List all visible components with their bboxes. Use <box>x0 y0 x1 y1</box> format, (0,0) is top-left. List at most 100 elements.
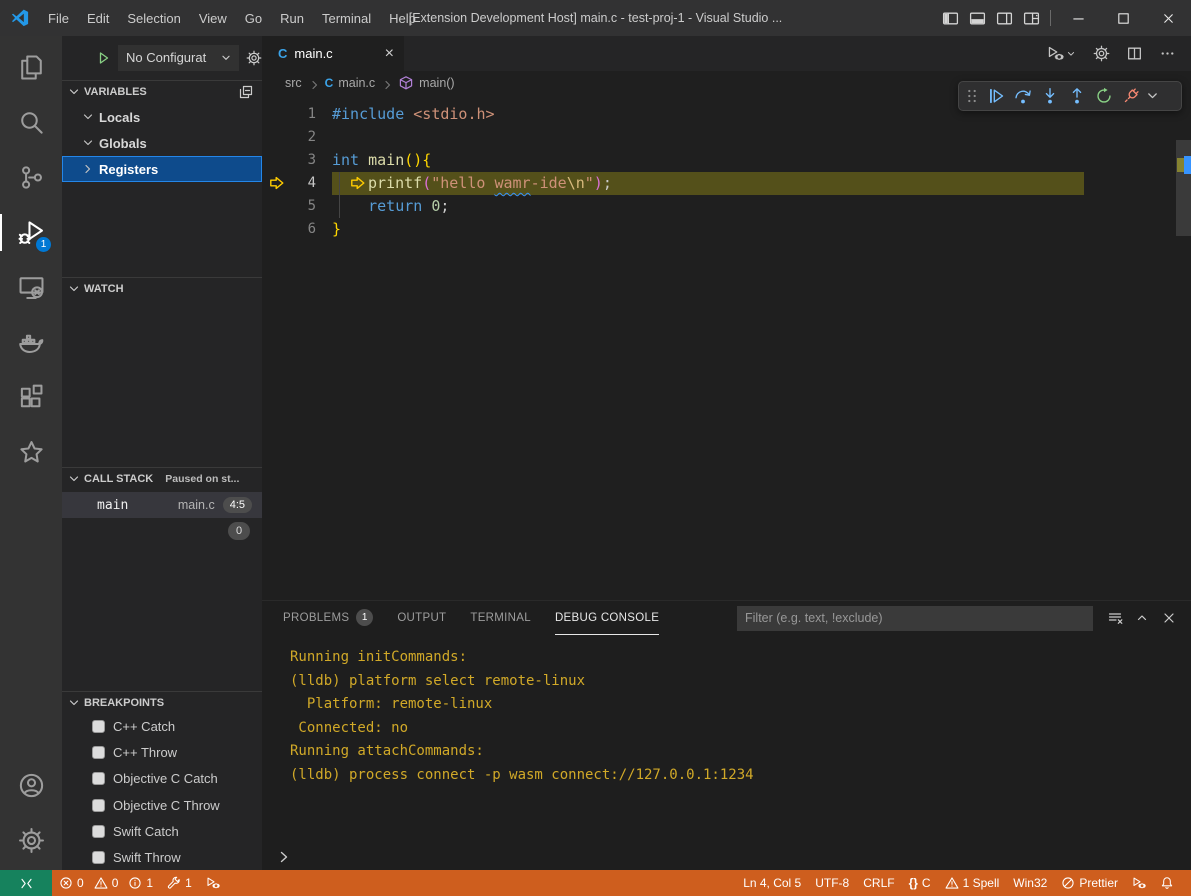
close-tab-icon[interactable]: × <box>385 46 394 62</box>
breadcrumb-file[interactable]: main.c <box>338 76 375 90</box>
breakpoints-section-header[interactable]: BREAKPOINTS <box>62 691 262 713</box>
status-prettier[interactable]: Prettier <box>1054 870 1125 896</box>
collapse-all-icon[interactable] <box>238 84 254 100</box>
activity-accounts[interactable] <box>0 758 62 813</box>
debug-console-filter-input[interactable] <box>737 606 1093 631</box>
start-debugging-button[interactable] <box>95 50 111 66</box>
menu-terminal[interactable]: Terminal <box>313 0 380 36</box>
panel-tab-output[interactable]: OUTPUT <box>397 601 446 635</box>
editor-action-more-actions[interactable] <box>1159 45 1176 62</box>
code-line-2[interactable]: 2 <box>262 126 1191 149</box>
close-panel-button[interactable] <box>1161 610 1177 626</box>
watch-section-header[interactable]: WATCH <box>62 277 262 299</box>
status-encoding[interactable]: UTF-8 <box>808 870 856 896</box>
code-line-4[interactable]: 4printf("hello wamr-ide\n"); <box>262 172 1191 195</box>
menu-file[interactable]: File <box>39 0 78 36</box>
toggle-panel-button[interactable] <box>964 0 991 36</box>
menu-go[interactable]: Go <box>236 0 271 36</box>
code-line-6[interactable]: 6} <box>262 218 1191 241</box>
breakpoint-c-throw[interactable]: C++ Throw <box>62 739 262 765</box>
panel-tab-terminal[interactable]: TERMINAL <box>470 601 531 635</box>
status-eol[interactable]: CRLF <box>856 870 901 896</box>
breakpoint-objective-c-catch[interactable]: Objective C Catch <box>62 766 262 792</box>
code-line-3[interactable]: 3int main(){ <box>262 149 1191 172</box>
menu-view[interactable]: View <box>190 0 236 36</box>
scrollbar-slider[interactable] <box>1176 140 1191 236</box>
menu-run[interactable]: Run <box>271 0 313 36</box>
breakpoint-checkbox[interactable] <box>92 825 105 838</box>
breakpoint-c-catch[interactable]: C++ Catch <box>62 713 262 739</box>
code-editor[interactable]: 1#include <stdio.h>23int main(){4printf(… <box>262 95 1191 600</box>
activity-star[interactable] <box>0 425 62 480</box>
clear-console-button[interactable] <box>1107 610 1123 626</box>
activity-explorer[interactable] <box>0 40 62 95</box>
variables-item-locals[interactable]: Locals <box>62 104 262 130</box>
debug-settings-gear-icon[interactable] <box>246 50 262 66</box>
status-debug-status[interactable] <box>1125 870 1153 896</box>
breakpoint-gutter[interactable] <box>262 195 292 218</box>
status-notifications[interactable] <box>1153 870 1181 896</box>
breakpoint-checkbox[interactable] <box>92 720 105 733</box>
remote-indicator[interactable] <box>0 870 52 896</box>
activity-settings[interactable] <box>0 813 62 868</box>
call-stack-section-header[interactable]: CALL STACK Paused on st... <box>62 467 262 489</box>
variables-item-registers[interactable]: Registers <box>62 156 262 182</box>
close-button[interactable] <box>1146 0 1191 36</box>
activity-remote-explorer[interactable] <box>0 260 62 315</box>
debug-config-dropdown[interactable]: No Configurat <box>118 45 239 71</box>
status-debug-indicator[interactable] <box>199 870 227 896</box>
breadcrumb-src[interactable]: src <box>285 76 302 90</box>
activity-search[interactable] <box>0 95 62 150</box>
minimize-button[interactable] <box>1056 0 1101 36</box>
code-line-5[interactable]: 5 return 0; <box>262 195 1191 218</box>
maximize-panel-button[interactable] <box>1134 610 1150 626</box>
breadcrumb-symbol[interactable]: main() <box>419 76 454 90</box>
breakpoint-checkbox[interactable] <box>92 746 105 759</box>
breakpoint-gutter[interactable] <box>262 218 292 241</box>
status-spell-status[interactable]: 1 Spell <box>938 870 1007 896</box>
editor-action-split-editor[interactable] <box>1126 45 1143 62</box>
debug-console[interactable]: Running initCommands:(lldb) platform sel… <box>262 635 1191 870</box>
tab-main.c[interactable]: C main.c × <box>262 36 404 71</box>
variables-section-header[interactable]: VARIABLES <box>62 80 262 102</box>
debug-step-into-button[interactable] <box>1036 83 1063 109</box>
breakpoint-gutter[interactable] <box>262 149 292 172</box>
activity-source-control[interactable] <box>0 150 62 205</box>
status-language-mode[interactable]: {}C <box>902 870 938 896</box>
breakpoint-checkbox[interactable] <box>92 851 105 864</box>
menu-selection[interactable]: Selection <box>118 0 189 36</box>
debug-chevron-down[interactable] <box>1144 83 1161 109</box>
activity-extensions[interactable] <box>0 370 62 425</box>
debug-step-out-button[interactable] <box>1063 83 1090 109</box>
debug-restart-button[interactable] <box>1090 83 1117 109</box>
debug-disconnect-button[interactable] <box>1117 83 1144 109</box>
status-cursor-position[interactable]: Ln 4, Col 5 <box>736 870 808 896</box>
panel-tab-problems[interactable]: PROBLEMS1 <box>283 601 373 635</box>
panel-tab-debug-console[interactable]: DEBUG CONSOLE <box>555 601 659 635</box>
breakpoint-swift-throw[interactable]: Swift Throw <box>62 844 262 870</box>
breakpoint-gutter[interactable] <box>262 103 292 126</box>
status-diagnostics[interactable]: 001 <box>52 870 160 896</box>
breakpoint-checkbox[interactable] <box>92 772 105 785</box>
breakpoint-gutter[interactable] <box>262 172 292 195</box>
editor-action-run-or-debug[interactable] <box>1047 45 1077 62</box>
overview-ruler[interactable] <box>1176 95 1191 600</box>
toggle-secondary-sidebar-button[interactable] <box>991 0 1018 36</box>
menu-edit[interactable]: Edit <box>78 0 118 36</box>
customize-layout-button[interactable] <box>1018 0 1045 36</box>
breakpoint-gutter[interactable] <box>262 126 292 149</box>
stack-frame-main[interactable]: main main.c 4:5 <box>62 492 262 518</box>
status-platform[interactable]: Win32 <box>1006 870 1054 896</box>
activity-docker[interactable] <box>0 315 62 370</box>
debug-continue-button[interactable] <box>982 83 1009 109</box>
breakpoint-objective-c-throw[interactable]: Objective C Throw <box>62 792 262 818</box>
breakpoint-checkbox[interactable] <box>92 799 105 812</box>
breakpoint-swift-catch[interactable]: Swift Catch <box>62 818 262 844</box>
console-prompt-chevron-icon[interactable] <box>276 849 292 865</box>
toggle-sidebar-button[interactable] <box>937 0 964 36</box>
editor-action-settings-gear[interactable] <box>1093 45 1110 62</box>
debug-step-over-button[interactable] <box>1009 83 1036 109</box>
variables-item-globals[interactable]: Globals <box>62 130 262 156</box>
activity-run-and-debug[interactable]: 1 <box>0 205 62 260</box>
maximize-button[interactable] <box>1101 0 1146 36</box>
